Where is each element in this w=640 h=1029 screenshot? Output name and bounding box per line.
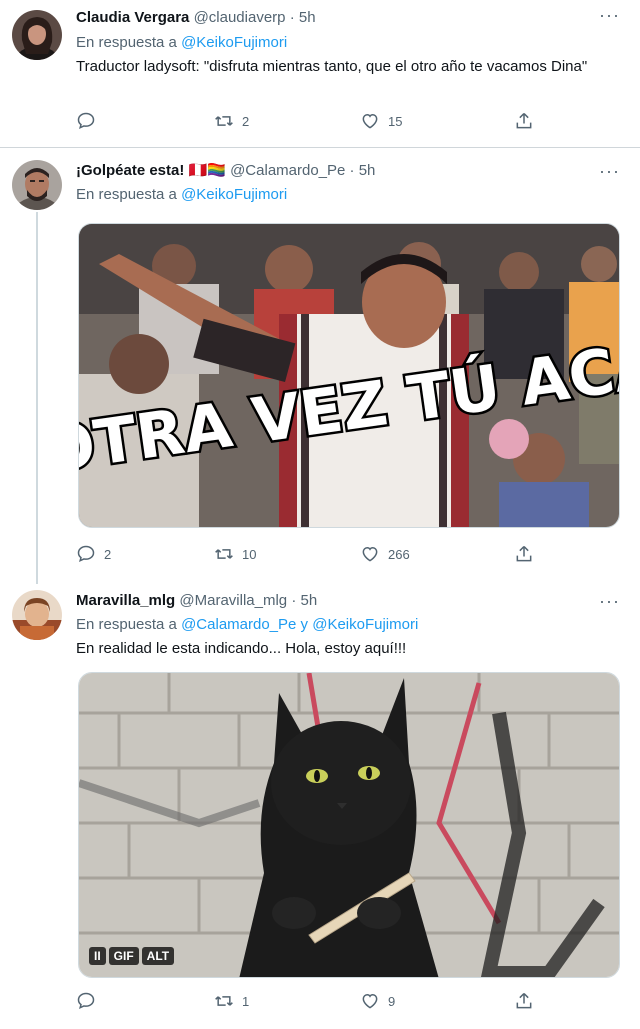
action-bar: 2 15 xyxy=(76,111,546,135)
reply-button[interactable]: 2 xyxy=(76,544,111,564)
heart-icon xyxy=(362,993,378,1009)
mention-link[interactable]: @KeikoFujimori xyxy=(312,616,418,633)
reply-icon xyxy=(77,992,95,1010)
reply-button[interactable] xyxy=(76,111,104,131)
tweet-claudia[interactable]: Claudia Vergara @claudiaverp · 5h ··· En… xyxy=(0,0,640,148)
tweet-text: En realidad le esta indicando... Hola, e… xyxy=(76,640,407,657)
reply-join: y xyxy=(300,616,309,633)
retweet-icon xyxy=(215,996,233,1006)
mention-link[interactable]: @KeikoFujimori xyxy=(181,34,287,51)
like-button[interactable]: 15 xyxy=(360,111,402,131)
tweet-maravilla[interactable]: Maravilla_mlg @Maravilla_mlg · 5h ··· En… xyxy=(0,578,640,1029)
timestamp[interactable]: 5h xyxy=(359,162,376,179)
pause-button[interactable]: II xyxy=(89,947,106,965)
author-name[interactable]: Maravilla_mlg xyxy=(76,592,175,609)
author-handle[interactable]: @Maravilla_mlg xyxy=(179,592,287,609)
alt-badge[interactable]: ALT xyxy=(141,947,175,965)
gif-badge: GIF xyxy=(108,947,139,965)
more-options-icon[interactable]: ··· xyxy=(599,592,620,610)
more-options-icon[interactable]: ··· xyxy=(599,162,620,180)
reply-button[interactable] xyxy=(76,991,104,1011)
reply-count: 2 xyxy=(104,546,112,562)
media-badges: II GIF ALT xyxy=(89,947,177,965)
separator-dot: · xyxy=(291,592,297,609)
author-handle[interactable]: @claudiaverp xyxy=(194,9,286,26)
flag-emojis: 🇵🇪🏳️‍🌈 xyxy=(188,162,226,179)
mention-link[interactable]: @KeikoFujimori xyxy=(181,186,287,203)
reply-prefix: En respuesta a xyxy=(76,616,177,633)
retweet-count: 10 xyxy=(242,546,257,562)
reply-prefix: En respuesta a xyxy=(76,186,177,203)
reply-icon xyxy=(77,112,95,130)
heart-icon xyxy=(362,113,378,129)
share-button[interactable] xyxy=(514,111,534,131)
share-button[interactable] xyxy=(514,991,534,1011)
tweet-golpeate[interactable]: ¡Golpéate esta! 🇵🇪🏳️‍🌈 @Calamardo_Pe · 5… xyxy=(0,148,640,578)
tweet-text: Traductor ladysoft: "disfruta mientras t… xyxy=(76,58,588,75)
reply-prefix: En respuesta a xyxy=(76,34,177,51)
avatar[interactable] xyxy=(12,160,62,210)
action-bar: 1 9 xyxy=(76,991,546,1015)
crowd-gif-image: OTRA VEZ TÚ ACÁ xyxy=(79,224,619,527)
share-icon xyxy=(516,112,532,129)
reply-icon xyxy=(77,545,95,563)
like-button[interactable]: 266 xyxy=(360,544,410,564)
gif-media[interactable]: II GIF ALT xyxy=(78,672,620,978)
reply-context: En respuesta a @KeikoFujimori xyxy=(76,33,287,53)
avatar[interactable] xyxy=(12,590,62,640)
separator-dot: · xyxy=(349,162,355,179)
more-options-icon[interactable]: ··· xyxy=(599,6,620,24)
retweet-count: 1 xyxy=(242,993,250,1009)
reply-context: En respuesta a @KeikoFujimori xyxy=(76,185,287,205)
retweet-count: 2 xyxy=(242,113,250,129)
avatar[interactable] xyxy=(12,10,62,60)
share-icon xyxy=(516,545,532,562)
share-icon xyxy=(516,992,532,1009)
retweet-button[interactable]: 2 xyxy=(214,111,249,131)
mention-link[interactable]: @Calamardo_Pe xyxy=(181,616,296,633)
reply-context: En respuesta a @Calamardo_Pe y @KeikoFuj… xyxy=(76,615,418,635)
like-count: 15 xyxy=(388,113,403,129)
timestamp[interactable]: 5h xyxy=(299,9,316,26)
cat-gif-image xyxy=(79,673,619,977)
timestamp[interactable]: 5h xyxy=(301,592,318,609)
like-count: 9 xyxy=(388,993,396,1009)
retweet-button[interactable]: 1 xyxy=(214,991,249,1011)
like-button[interactable]: 9 xyxy=(360,991,395,1011)
separator-dot: · xyxy=(289,9,295,26)
heart-icon xyxy=(362,546,378,562)
gif-media[interactable]: OTRA VEZ TÚ ACÁ xyxy=(78,223,620,528)
author-name[interactable]: Claudia Vergara xyxy=(76,9,189,26)
share-button[interactable] xyxy=(514,544,534,564)
retweet-button[interactable]: 10 xyxy=(214,544,256,564)
author-handle[interactable]: @Calamardo_Pe xyxy=(230,162,345,179)
action-bar: 2 10 266 xyxy=(76,544,546,568)
retweet-icon xyxy=(215,116,233,126)
retweet-icon xyxy=(215,549,233,559)
like-count: 266 xyxy=(388,546,410,562)
author-name[interactable]: ¡Golpéate esta! xyxy=(76,162,184,179)
